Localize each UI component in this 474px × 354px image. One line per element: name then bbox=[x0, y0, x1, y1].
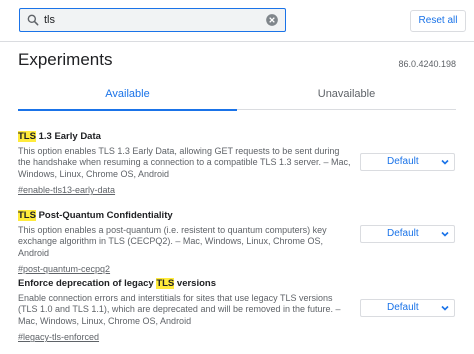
experiment-state-select[interactable]: Default bbox=[360, 225, 455, 243]
experiment-tls13-early-data: TLS 1.3 Early Data This option enables T… bbox=[18, 131, 456, 198]
experiment-state-select[interactable]: Default bbox=[360, 153, 455, 171]
chevron-down-icon bbox=[441, 305, 449, 311]
search-input[interactable] bbox=[44, 11, 264, 29]
experiment-link[interactable]: #legacy-tls-enforced bbox=[18, 332, 99, 343]
experiment-link[interactable]: #post-quantum-cecpq2 bbox=[18, 264, 110, 275]
experiment-description: Enable connection errors and interstitia… bbox=[18, 293, 341, 326]
experiment-title: Enforce deprecation of legacy TLS versio… bbox=[18, 278, 216, 289]
page-title: Experiments bbox=[18, 50, 113, 69]
tab-bar: Available Unavailable bbox=[18, 80, 456, 111]
clear-icon[interactable] bbox=[265, 13, 279, 27]
experiment-state-select[interactable]: Default bbox=[360, 299, 455, 317]
experiment-title: TLS Post-Quantum Confidentiality bbox=[18, 210, 173, 221]
experiment-title: TLS 1.3 Early Data bbox=[18, 131, 101, 142]
tab-unavailable[interactable]: Unavailable bbox=[237, 80, 456, 110]
search-icon bbox=[27, 14, 39, 26]
experiment-description: This option enables TLS 1.3 Early Data, … bbox=[18, 146, 351, 179]
tab-available[interactable]: Available bbox=[18, 80, 237, 111]
version-number: 86.0.4240.198 bbox=[398, 59, 456, 69]
experiment-link[interactable]: #enable-tls13-early-data bbox=[18, 185, 115, 196]
experiment-description: This option enables a post-quantum (i.e.… bbox=[18, 225, 327, 258]
chevron-down-icon bbox=[441, 159, 449, 165]
experiment-post-quantum-cecpq2: TLS Post-Quantum Confidentiality This op… bbox=[18, 210, 456, 277]
search-box[interactable] bbox=[19, 8, 286, 32]
header: Reset all bbox=[0, 0, 474, 42]
search-highlight: TLS bbox=[18, 210, 36, 221]
search-highlight: TLS bbox=[18, 131, 36, 142]
experiment-legacy-tls-enforced: Enforce deprecation of legacy TLS versio… bbox=[18, 278, 456, 345]
reset-all-button[interactable]: Reset all bbox=[410, 10, 466, 32]
chevron-down-icon bbox=[441, 231, 449, 237]
search-highlight: TLS bbox=[156, 278, 175, 289]
